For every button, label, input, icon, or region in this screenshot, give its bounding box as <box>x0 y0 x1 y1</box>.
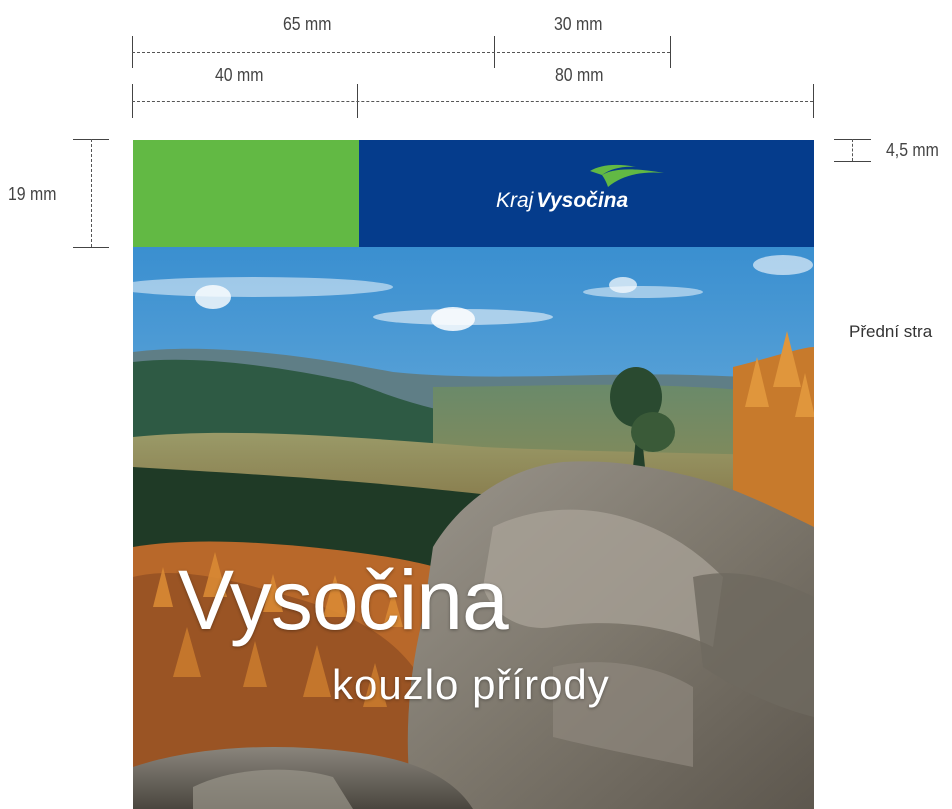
dimension-line <box>852 139 853 161</box>
dimension-line <box>132 101 813 102</box>
dimension-tick <box>834 161 871 162</box>
dimension-label-80: 80 mm <box>555 65 604 85</box>
dimension-label-30: 30 mm <box>554 14 603 34</box>
dimension-tick <box>813 84 814 118</box>
logo: Kraj Vysočina <box>496 163 676 223</box>
dimension-line <box>132 52 670 53</box>
dimension-label-40: 40 mm <box>215 65 264 85</box>
logo-prefix: Kraj <box>496 189 534 212</box>
header-green-block <box>133 140 359 247</box>
dimension-label-65: 65 mm <box>283 14 332 34</box>
dimension-label-4-5: 4,5 mm <box>886 140 939 160</box>
logo-wordmark: Kraj Vysočina <box>496 189 628 213</box>
landscape-photo-illustration <box>133 247 814 809</box>
cover-title: Vysočina <box>178 553 509 647</box>
dimension-line <box>91 139 92 247</box>
dimension-label-19: 19 mm <box>8 184 57 204</box>
cover-subtitle: kouzlo přírody <box>332 661 610 708</box>
logo-name: Vysočina <box>536 189 629 212</box>
landscape-photo <box>133 247 814 809</box>
dimension-tick <box>73 247 109 248</box>
front-side-label: Přední stra <box>849 322 933 341</box>
dimension-tick <box>670 36 671 68</box>
